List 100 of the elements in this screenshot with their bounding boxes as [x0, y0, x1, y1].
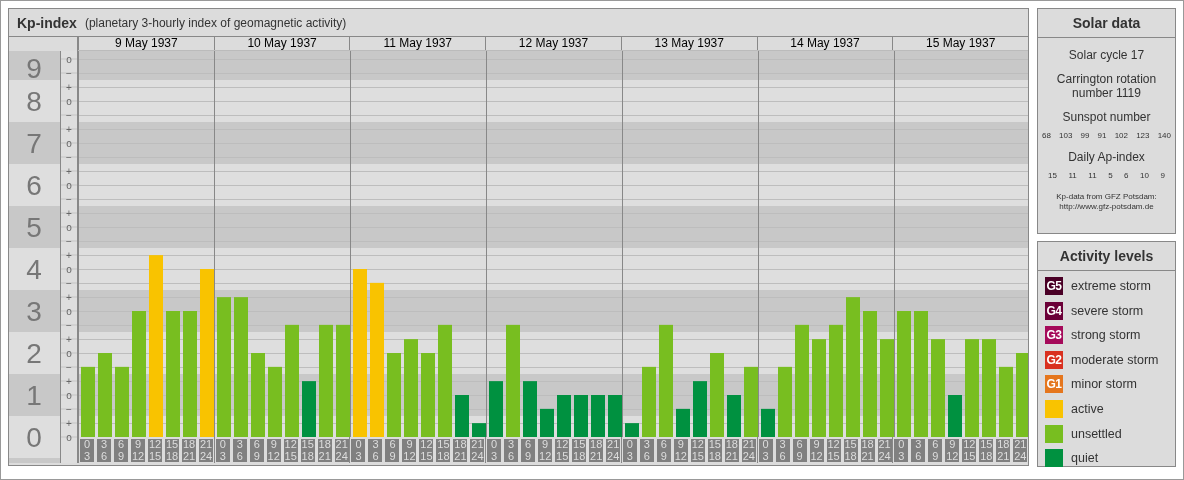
time-slot-label: 18 21: [589, 439, 604, 462]
time-slot-label: 21 24: [470, 439, 485, 462]
minor-tick-label: +: [66, 207, 72, 219]
time-slot-label: 6 9: [521, 439, 536, 462]
minor-tick-label: +: [66, 165, 72, 177]
axis-label: 8: [26, 86, 42, 117]
axis-label: 2: [26, 338, 42, 369]
minor-tick-label: o: [66, 53, 72, 65]
minor-tick-label: o: [66, 431, 72, 443]
ap-index-value: 5: [1108, 171, 1113, 180]
sunspot-number-label: Sunspot number: [1061, 110, 1152, 124]
day-label: 15 May 1937: [892, 37, 1029, 50]
time-slot-label: 15 18: [707, 439, 722, 462]
time-slot-label: 21 24: [606, 439, 621, 462]
sunspot-number: 103: [1059, 131, 1073, 140]
time-slot-label: 0 3: [487, 439, 502, 462]
time-slot-label: 18 21: [453, 439, 468, 462]
source-link[interactable]: http://www.gfz-potsdam.de: [1038, 202, 1175, 212]
sunspot-number: 91: [1097, 131, 1107, 140]
time-slot-label: 6 9: [928, 439, 943, 462]
sunspot-number: 68: [1042, 131, 1051, 140]
day-label: 11 May 1937: [349, 37, 486, 50]
minor-tick-label: +: [66, 333, 72, 345]
time-slot-label: 15 18: [843, 439, 858, 462]
time-slot-label: 12 15: [826, 439, 841, 462]
time-slot-label: 12 15: [148, 439, 162, 462]
day-label: 9 May 1937: [78, 37, 214, 50]
day-label: 12 May 1937: [485, 37, 621, 50]
minor-tick-label: +: [66, 291, 72, 303]
storm-level-badge: G3: [1045, 326, 1063, 345]
storm-level-badge: G2: [1045, 350, 1063, 369]
time-slot-label: 6 9: [792, 439, 807, 462]
time-slot-label: 9 12: [809, 439, 824, 462]
time-slot-label: 6 9: [114, 439, 128, 462]
time-slot-label: 15 18: [300, 439, 315, 462]
axis-label: 9: [26, 53, 42, 84]
legend-label: active: [1071, 401, 1104, 416]
minor-tick-label: o: [66, 389, 72, 401]
time-slot-label: 18 21: [724, 439, 739, 462]
time-slot-label: 12 15: [283, 439, 298, 462]
chart-subtitle: (planetary 3-hourly index of geomagnetic activity): [84, 15, 347, 30]
sunspot-number: 140: [1157, 131, 1171, 140]
minor-tick-label: o: [66, 305, 72, 317]
ap-index-value: 15: [1048, 171, 1057, 180]
time-slot-label: 21 24: [334, 439, 349, 462]
minor-tick-label: −: [66, 67, 72, 79]
panel-title: Activity levels: [1038, 242, 1175, 271]
sunspot-number: 102: [1114, 131, 1128, 140]
time-slot-label: 15 18: [979, 439, 994, 462]
legend-label: minor storm: [1071, 377, 1137, 392]
time-slot-label: 12 15: [690, 439, 705, 462]
time-slot-label: 0 3: [351, 439, 366, 462]
ap-index-value: 6: [1124, 171, 1129, 180]
ap-index-value: 10: [1140, 171, 1149, 180]
minor-tick-label: −: [66, 361, 72, 373]
axis-label: 7: [26, 128, 42, 159]
legend-label: quiet: [1071, 451, 1099, 466]
time-slot-label: 3 6: [97, 439, 111, 462]
day-label: 13 May 1937: [620, 37, 757, 50]
legend-label: unsettled: [1071, 426, 1122, 441]
minor-tick-label: −: [66, 403, 72, 415]
minor-tick-label: +: [66, 417, 72, 429]
minor-tick-label: +: [66, 81, 72, 93]
minor-tick-label: o: [66, 179, 72, 191]
time-slot-label: 21 24: [1013, 439, 1028, 462]
minor-tick-label: o: [66, 95, 72, 107]
storm-level-badge: G4: [1045, 301, 1063, 320]
axis-label: 5: [26, 212, 42, 243]
time-slot-label: 9 12: [673, 439, 688, 462]
minor-tick-label: +: [66, 249, 72, 261]
time-slot-label: 9 12: [266, 439, 281, 462]
minor-tick-label: −: [66, 319, 72, 331]
legend-label: severe storm: [1071, 303, 1144, 318]
time-slot-label: 6 9: [385, 439, 400, 462]
time-slot-label: 9 12: [538, 439, 553, 462]
time-slot-label: 18 21: [317, 439, 332, 462]
time-slot-label: 21 24: [877, 439, 892, 462]
minor-tick-label: o: [66, 137, 72, 149]
carrington-rotation-text: Carrington rotation number 1119: [1055, 72, 1158, 100]
ap-index-value: 11: [1068, 171, 1077, 180]
time-slot-label: 3 6: [775, 439, 790, 462]
time-slot-label: 3 6: [911, 439, 926, 462]
axis-label: 0: [26, 422, 42, 453]
time-slot-label: 15 18: [572, 439, 587, 462]
time-slot-label: 9 12: [131, 439, 145, 462]
minor-tick-label: −: [66, 193, 72, 205]
minor-tick-label: o: [66, 347, 72, 359]
time-slot-label: 0 3: [215, 439, 230, 462]
time-slot-label: 18 21: [182, 439, 196, 462]
legend-label: extreme storm: [1071, 279, 1151, 293]
chart-title: Kp-index: [17, 14, 77, 31]
axis-label: 1: [26, 380, 42, 411]
time-slot-label: 3 6: [368, 439, 383, 462]
ap-index-value: 11: [1088, 171, 1097, 180]
time-slot-label: 21 24: [741, 439, 756, 462]
minor-tick-label: +: [66, 123, 72, 135]
ap-index-value: 9: [1160, 171, 1165, 180]
storm-level-badge: G5: [1045, 277, 1063, 295]
time-slot-label: 12 15: [419, 439, 434, 462]
legend-label: strong storm: [1071, 328, 1141, 343]
